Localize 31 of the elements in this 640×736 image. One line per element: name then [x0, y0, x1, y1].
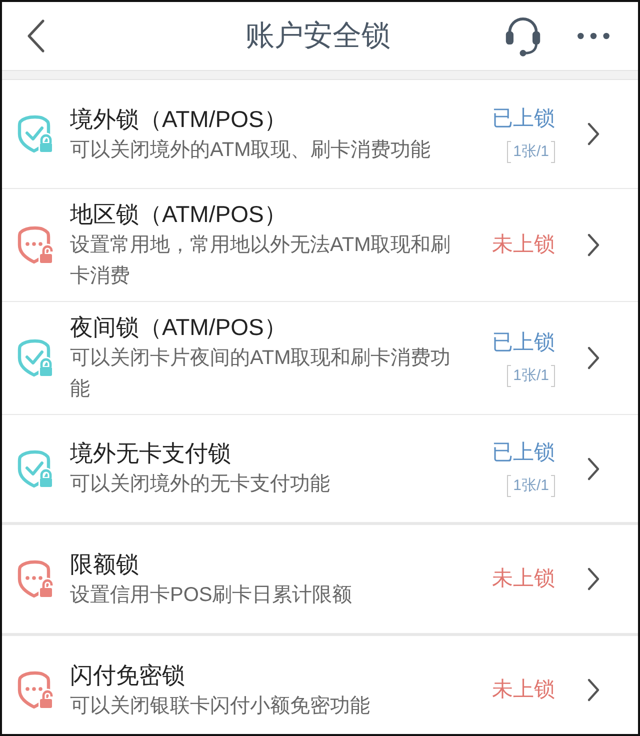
- chevron-icon: [587, 233, 600, 257]
- chevron-icon: [587, 567, 600, 591]
- lock-title: 限额锁: [70, 550, 139, 578]
- lock-description: 设置信用卡POS刷卡日累计限额: [70, 582, 352, 608]
- lock-status: 已上锁: [492, 330, 555, 356]
- lock-status: 未上锁: [492, 232, 555, 258]
- lock-description: 可以关闭境外的ATM取现、刷卡消费功能: [70, 138, 431, 162]
- card-count: 1张/1: [507, 475, 555, 497]
- lock-title: 地区锁（ATM/POS）: [70, 200, 287, 229]
- lock-status: 未上锁: [492, 566, 555, 592]
- back-icon[interactable]: [26, 19, 46, 53]
- lock-description: 可以关闭境外的无卡支付功能: [70, 472, 330, 497]
- chevron-icon: [587, 122, 600, 146]
- lock-status: 已上锁: [492, 106, 555, 132]
- headset-icon[interactable]: [504, 15, 542, 57]
- lock-status: 未上锁: [492, 677, 555, 703]
- lock-status: 已上锁: [492, 440, 555, 466]
- lock-description: 可以关闭卡片夜间的ATM取现和刷卡消费功能: [70, 346, 452, 402]
- lock-title: 夜间锁（ATM/POS）: [70, 313, 287, 342]
- more-icon[interactable]: [577, 32, 610, 40]
- chevron-icon: [587, 678, 600, 702]
- page-title: 账户安全锁: [246, 19, 390, 54]
- chevron-icon: [587, 456, 600, 480]
- lock-title: 闪付免密锁: [70, 660, 185, 690]
- card-count: 1张/1: [507, 140, 555, 162]
- lock-title: 境外无卡支付锁: [70, 439, 231, 468]
- card-count: 1张/1: [507, 364, 555, 386]
- lock-title: 境外锁（ATM/POS）: [70, 104, 287, 134]
- lock-description: 设置常用地，常用地以外无法ATM取现和刷卡消费: [70, 233, 452, 289]
- lock-description: 可以关闭银联卡闪付小额免密功能: [70, 694, 370, 718]
- chevron-icon: [587, 346, 600, 370]
